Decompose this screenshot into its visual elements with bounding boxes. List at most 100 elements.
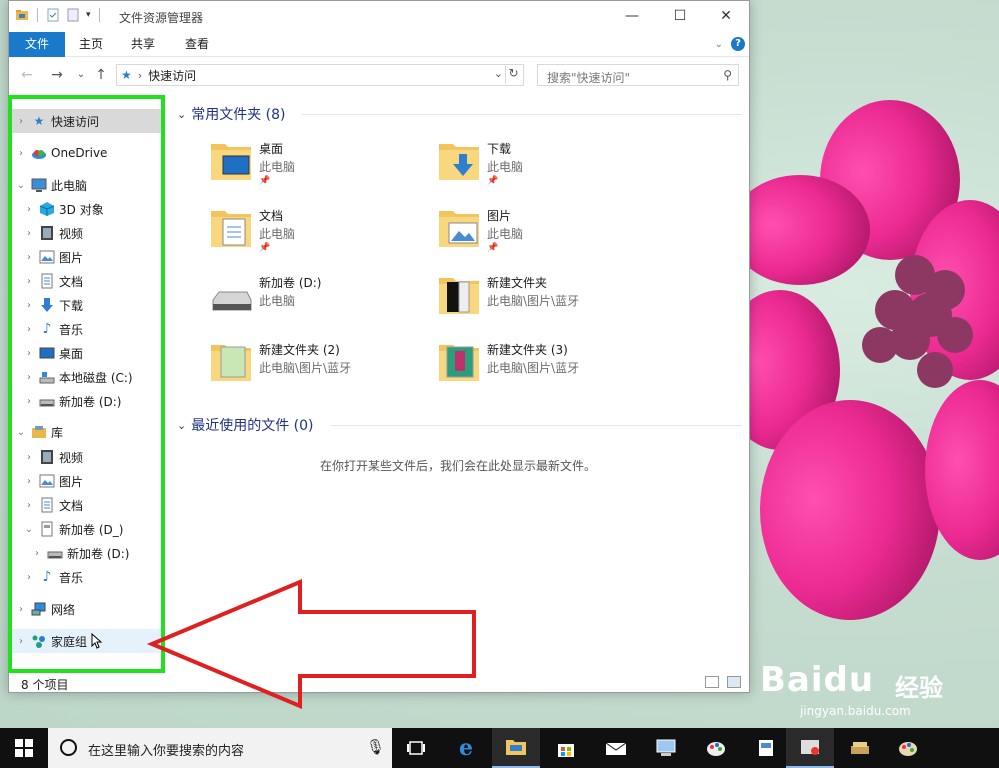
nav-item-pictures[interactable]: › 图片 <box>9 245 161 269</box>
nav-item-label: 此电脑 <box>51 178 88 193</box>
nav-item-videos[interactable]: › 视频 <box>9 221 161 245</box>
edge-button[interactable]: e <box>442 728 490 768</box>
nav-item-this-pc[interactable]: ⌄ 此电脑 <box>9 173 161 197</box>
help-icon[interactable]: ? <box>731 37 745 51</box>
file-explorer-taskbar-button[interactable] <box>492 728 540 768</box>
tile-volume-d[interactable]: 新加卷 (D:) 此电脑 <box>209 272 429 328</box>
pictures-folder-icon <box>439 211 479 247</box>
details-view-icon[interactable] <box>705 676 719 688</box>
nav-item-local-disk-c[interactable]: › 本地磁盘 (C:) <box>9 365 161 389</box>
task-view-button[interactable] <box>392 728 440 768</box>
recent-locations-chevron-icon[interactable]: ⌄ <box>71 69 91 80</box>
expand-chevron-icon[interactable]: › <box>23 476 35 487</box>
forward-arrow-icon[interactable]: → <box>47 67 67 83</box>
nav-item-label: 音乐 <box>59 322 84 337</box>
expand-ribbon-chevron-icon[interactable]: ⌄ <box>715 39 723 50</box>
tile-pictures[interactable]: 图片 此电脑 📌 <box>437 205 657 261</box>
expand-chevron-icon[interactable]: › <box>23 348 35 359</box>
nav-item-onedrive[interactable]: › OneDrive <box>9 141 161 165</box>
nav-item-3d-objects[interactable]: › 3D 对象 <box>9 197 161 221</box>
large-icons-view-icon[interactable] <box>727 676 741 688</box>
expand-chevron-icon[interactable]: › <box>15 148 27 159</box>
app-button-6[interactable] <box>884 728 932 768</box>
nav-item-label: 新加卷 (D_) <box>59 522 124 537</box>
close-button[interactable]: ✕ <box>703 1 749 31</box>
taskbar-search-box[interactable]: 在这里输入你要搜索的内容 🎙 <box>48 728 392 768</box>
search-icon[interactable]: ⚲ <box>723 68 732 82</box>
refresh-icon[interactable]: ↻ <box>505 66 521 84</box>
nav-item-libraries[interactable]: ⌄ 库 <box>9 420 161 444</box>
tile-new-folder[interactable]: 新建文件夹 此电脑\图片\蓝牙 <box>437 272 657 328</box>
properties-icon[interactable] <box>46 8 60 22</box>
expand-chevron-icon[interactable]: › <box>23 372 35 383</box>
tab-view[interactable]: 查看 <box>179 32 215 57</box>
nav-item-library-videos[interactable]: › 视频 <box>9 445 161 469</box>
nav-item-documents[interactable]: › 文档 <box>9 269 161 293</box>
pin-icon: 📌 <box>487 243 499 253</box>
app-button-5[interactable] <box>836 728 884 768</box>
expand-chevron-icon[interactable]: › <box>15 636 27 647</box>
start-button[interactable] <box>0 728 48 768</box>
breadcrumb-separator-icon[interactable]: › <box>138 69 142 82</box>
expand-chevron-icon[interactable]: › <box>31 548 43 559</box>
tile-downloads[interactable]: 下载 此电脑 📌 <box>437 138 657 194</box>
expand-chevron-icon[interactable]: › <box>15 604 27 615</box>
expand-chevron-icon[interactable]: › <box>23 204 35 215</box>
nav-item-quick-access[interactable]: › ★ 快速访问 <box>9 109 161 133</box>
expand-chevron-icon[interactable]: › <box>23 228 35 239</box>
app-button-3[interactable] <box>742 728 790 768</box>
tile-new-folder-3[interactable]: 新建文件夹 (3) 此电脑\图片\蓝牙 <box>437 339 657 395</box>
tab-home[interactable]: 主页 <box>73 32 109 57</box>
frequent-folders-header[interactable]: ⌄ 常用文件夹 (8) <box>177 104 286 124</box>
tile-new-folder-2[interactable]: 新建文件夹 (2) 此电脑\图片\蓝牙 <box>209 339 429 395</box>
collapse-chevron-icon[interactable]: ⌄ <box>177 419 186 432</box>
store-button[interactable] <box>542 728 590 768</box>
customize-toolbar-dropdown-icon[interactable]: ▾ <box>86 10 91 20</box>
tile-documents[interactable]: 文档 此电脑 📌 <box>209 205 429 261</box>
new-folder-icon[interactable] <box>66 8 80 22</box>
search-input[interactable]: 搜索"快速访问" ⚲ <box>537 64 739 86</box>
expand-chevron-icon[interactable]: › <box>23 396 35 407</box>
tab-file[interactable]: 文件 <box>9 32 65 57</box>
expand-chevron-icon[interactable]: › <box>15 116 27 127</box>
address-dropdown-chevron-icon[interactable]: ⌄ <box>494 67 503 80</box>
back-arrow-icon[interactable]: ← <box>17 67 37 83</box>
collapse-chevron-icon[interactable]: ⌄ <box>15 180 27 191</box>
nav-item-volume-d[interactable]: › 新加卷 (D:) <box>9 389 161 413</box>
nav-item-desktop[interactable]: › 桌面 <box>9 341 161 365</box>
collapse-chevron-icon[interactable]: ⌄ <box>15 427 27 438</box>
nav-item-homegroup[interactable]: › 家庭组 <box>9 629 161 653</box>
nav-item-library-documents[interactable]: › 文档 <box>9 493 161 517</box>
up-arrow-icon[interactable]: ↑ <box>91 67 111 83</box>
tile-name: 下载 <box>487 142 512 156</box>
expand-chevron-icon[interactable]: › <box>23 572 35 583</box>
collapse-chevron-icon[interactable]: ⌄ <box>23 524 35 535</box>
expand-chevron-icon[interactable]: › <box>23 324 35 335</box>
nav-item-library-pictures[interactable]: › 图片 <box>9 469 161 493</box>
nav-item-library-volume-d-sub[interactable]: › 新加卷 (D:) <box>9 541 161 565</box>
nav-item-music[interactable]: › ♪ 音乐 <box>9 317 161 341</box>
explorer-folder-icon <box>16 10 28 20</box>
expand-chevron-icon[interactable]: › <box>23 252 35 263</box>
maximize-button[interactable]: ☐ <box>657 1 703 31</box>
tile-desktop[interactable]: 桌面 此电脑 📌 <box>209 138 429 194</box>
recent-files-header[interactable]: ⌄ 最近使用的文件 (0) <box>177 415 314 435</box>
tab-share[interactable]: 共享 <box>125 32 161 57</box>
app-button-4[interactable] <box>786 728 834 768</box>
mail-button[interactable] <box>592 728 640 768</box>
nav-item-downloads[interactable]: › 下载 <box>9 293 161 317</box>
expand-chevron-icon[interactable]: › <box>23 276 35 287</box>
nav-item-network[interactable]: › 网络 <box>9 597 161 621</box>
app-button-1[interactable] <box>642 728 690 768</box>
nav-item-library-volume-d[interactable]: ⌄ 新加卷 (D_) <box>9 517 161 541</box>
collapse-chevron-icon[interactable]: ⌄ <box>177 108 186 121</box>
expand-chevron-icon[interactable]: › <box>23 500 35 511</box>
microphone-icon[interactable]: 🎙 <box>366 738 385 756</box>
breadcrumb-quick-access[interactable]: 快速访问 <box>148 67 196 84</box>
address-field[interactable]: ★ › 快速访问 ⌄ ↻ <box>116 64 524 86</box>
minimize-button[interactable]: — <box>609 1 655 31</box>
nav-item-library-music[interactable]: › ♪ 音乐 <box>9 565 161 589</box>
expand-chevron-icon[interactable]: › <box>23 452 35 463</box>
app-button-2[interactable] <box>692 728 740 768</box>
expand-chevron-icon[interactable]: › <box>23 300 35 311</box>
